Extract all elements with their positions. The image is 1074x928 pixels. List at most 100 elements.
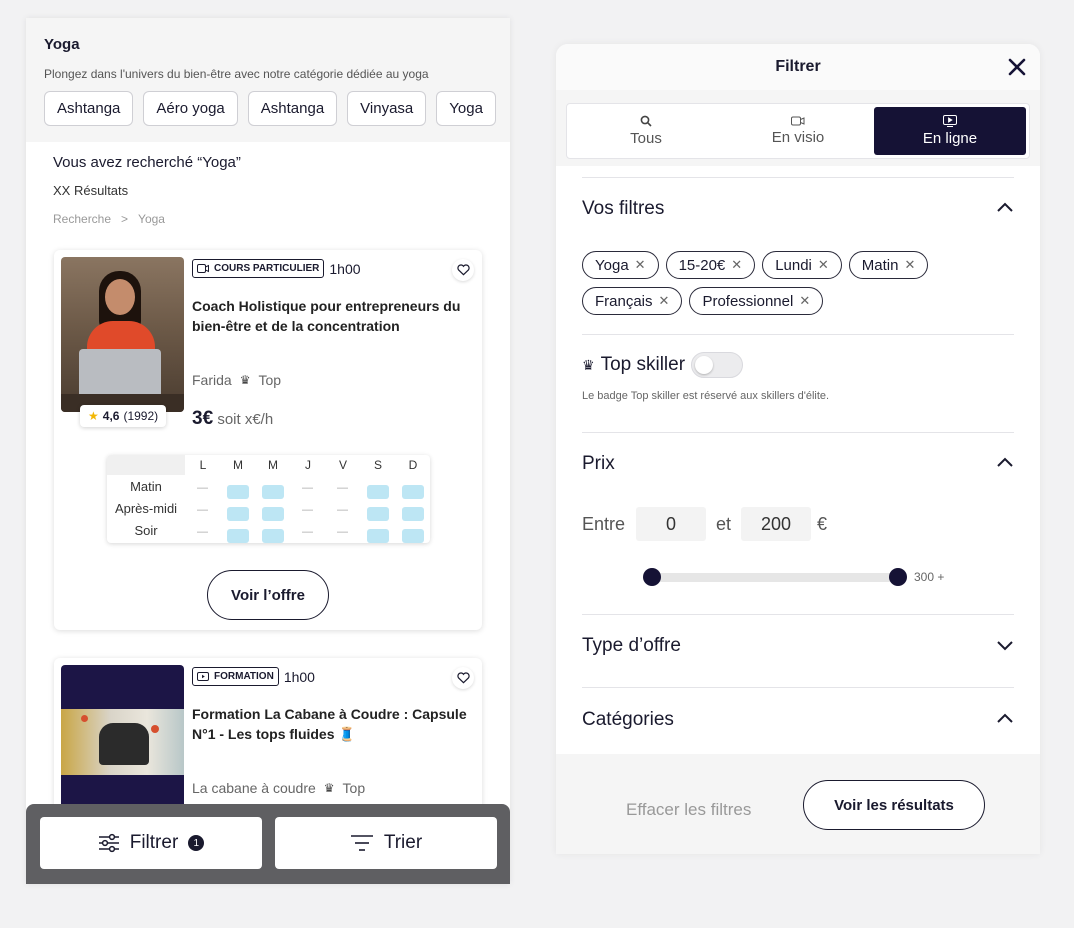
availability-schedule: L M M J V S D Matin Après-midi Soir xyxy=(107,455,430,543)
filter-tag[interactable]: Professionnel ✕ xyxy=(689,287,824,315)
chip-yoga[interactable]: Yoga xyxy=(436,91,496,126)
chip-aero-yoga[interactable]: Aéro yoga xyxy=(143,91,238,126)
chip-ashtanga-2[interactable]: Ashtanga xyxy=(247,91,338,126)
sort-button[interactable]: Trier xyxy=(275,817,497,869)
day-label: M xyxy=(233,458,243,472)
star-icon: ★ xyxy=(88,409,99,423)
breadcrumb-yoga[interactable]: Yoga xyxy=(138,212,165,226)
chevron-up-icon[interactable] xyxy=(996,457,1014,469)
category-description: Plongez dans l'univers du bien-être avec… xyxy=(44,67,429,81)
search-results-screen: Yoga Plongez dans l'univers du bien-être… xyxy=(26,18,510,884)
unavailable-slot xyxy=(297,482,319,499)
filter-tag-label: Français xyxy=(595,292,653,310)
remove-icon[interactable]: ✕ xyxy=(731,257,742,273)
close-button[interactable] xyxy=(1004,54,1030,80)
offer-type-badge: FORMATION xyxy=(192,667,279,686)
offer-duration: 1h00 xyxy=(283,668,315,685)
mode-selector: Tous En visio En ligne xyxy=(556,90,1040,166)
offer-type-title[interactable]: Type d’offre xyxy=(582,635,1014,657)
chip-vinyasa[interactable]: Vinyasa xyxy=(347,91,427,126)
available-slot xyxy=(367,485,389,499)
slider-min-handle[interactable] xyxy=(643,568,661,586)
top-label: Top xyxy=(342,780,366,796)
filter-button[interactable]: Filtrer 1 xyxy=(40,817,262,869)
your-filters-title[interactable]: Vos filtres xyxy=(582,198,1014,220)
breadcrumb-separator: > xyxy=(121,212,129,226)
top-skiller-note: Le badge Top skiller est réservé aux ski… xyxy=(582,390,830,402)
rating-count: (1992) xyxy=(123,409,159,423)
mode-online-tab[interactable]: En ligne xyxy=(874,107,1026,155)
filter-tag[interactable]: Lundi ✕ xyxy=(762,251,842,279)
remove-icon[interactable]: ✕ xyxy=(799,293,810,309)
slider-max-label: 300 + xyxy=(914,570,945,584)
video-icon xyxy=(791,116,805,126)
mode-visio-tab[interactable]: En visio xyxy=(722,107,874,155)
play-screen-icon xyxy=(943,115,957,127)
chevron-up-icon[interactable] xyxy=(996,713,1014,725)
unavailable-slot xyxy=(332,482,354,499)
offer-card[interactable]: ★ 4,6 (1992) COURS PARTICULIER 1h00 Coac… xyxy=(54,250,482,630)
chip-ashtanga[interactable]: Ashtanga xyxy=(44,91,134,126)
day-label: J xyxy=(305,458,311,472)
price-title[interactable]: Prix xyxy=(582,453,1014,475)
filter-tag-label: Matin xyxy=(861,256,899,274)
breadcrumb-search[interactable]: Recherche xyxy=(53,212,111,226)
filter-panel-footer: Effacer les filtres Voir les résultats xyxy=(556,754,1040,854)
chevron-down-icon[interactable] xyxy=(996,639,1014,651)
mode-label: En ligne xyxy=(922,130,978,147)
offer-title[interactable]: Coach Holistique pour entrepreneurs du b… xyxy=(192,296,472,336)
remove-icon[interactable]: ✕ xyxy=(635,257,646,273)
unavailable-slot xyxy=(192,482,214,499)
top-skiller-toggle[interactable] xyxy=(691,352,744,378)
day-label: L xyxy=(199,458,207,472)
view-offer-button[interactable]: Voir l’offre xyxy=(207,570,329,620)
remove-icon[interactable]: ✕ xyxy=(818,257,829,273)
top-label: Top xyxy=(258,372,282,388)
price-section: Prix xyxy=(582,453,1014,475)
filter-tag[interactable]: Français ✕ xyxy=(582,287,683,315)
coach-name[interactable]: Farida xyxy=(192,372,232,388)
coach-name[interactable]: La cabane à coudre xyxy=(192,780,316,796)
search-icon xyxy=(640,115,652,127)
filter-tag-label: 15-20€ xyxy=(678,256,726,274)
min-price-input[interactable]: 0 xyxy=(636,507,706,541)
result-count: XX Résultats xyxy=(53,183,129,198)
remove-icon[interactable]: ✕ xyxy=(659,293,670,309)
available-slot xyxy=(367,507,389,521)
see-results-button[interactable]: Voir les résultats xyxy=(803,780,985,830)
offer-type-label: FORMATION xyxy=(214,671,274,682)
filter-tag[interactable]: Yoga ✕ xyxy=(582,251,659,279)
chevron-up-icon[interactable] xyxy=(996,202,1014,214)
favorite-button[interactable] xyxy=(452,667,474,689)
bottom-action-bar: Filtrer 1 Trier xyxy=(26,804,510,884)
slot-label-afternoon: Après-midi xyxy=(114,501,178,516)
price-slider[interactable]: 300 + xyxy=(582,565,1014,591)
max-price-input[interactable]: 200 xyxy=(741,507,811,541)
unavailable-slot xyxy=(332,526,354,543)
mode-all-tab[interactable]: Tous xyxy=(570,107,722,155)
clear-filters-button[interactable]: Effacer les filtres xyxy=(626,800,751,820)
offer-type-label: COURS PARTICULIER xyxy=(214,263,320,274)
search-summary: Vous avez recherché “Yoga” XX Résultats … xyxy=(26,142,510,226)
price-value: 3€ xyxy=(192,408,214,429)
heart-icon xyxy=(456,672,470,684)
favorite-button[interactable] xyxy=(452,259,474,281)
available-slot xyxy=(227,507,249,521)
filter-tag-label: Yoga xyxy=(595,256,629,274)
offer-type-section: Type d’offre xyxy=(582,635,1014,657)
day-label: V xyxy=(338,458,347,472)
filter-panel-title: Filtrer xyxy=(775,58,821,75)
slider-max-handle[interactable] xyxy=(889,568,907,586)
filter-tag[interactable]: Matin ✕ xyxy=(848,251,929,279)
price-range-inputs: Entre 0 et 200 € xyxy=(582,507,1014,541)
filter-tag[interactable]: 15-20€ ✕ xyxy=(665,251,756,279)
unavailable-slot xyxy=(192,526,214,543)
day-label: S xyxy=(373,458,382,472)
category-header: Yoga Plongez dans l'univers du bien-être… xyxy=(26,18,510,142)
remove-icon[interactable]: ✕ xyxy=(904,257,915,273)
offer-title[interactable]: Formation La Cabane à Coudre : Capsule N… xyxy=(192,704,472,744)
categories-section: Catégories xyxy=(582,709,1014,731)
play-screen-icon xyxy=(197,671,209,681)
categories-title[interactable]: Catégories xyxy=(582,709,1014,731)
available-slot xyxy=(227,529,249,543)
